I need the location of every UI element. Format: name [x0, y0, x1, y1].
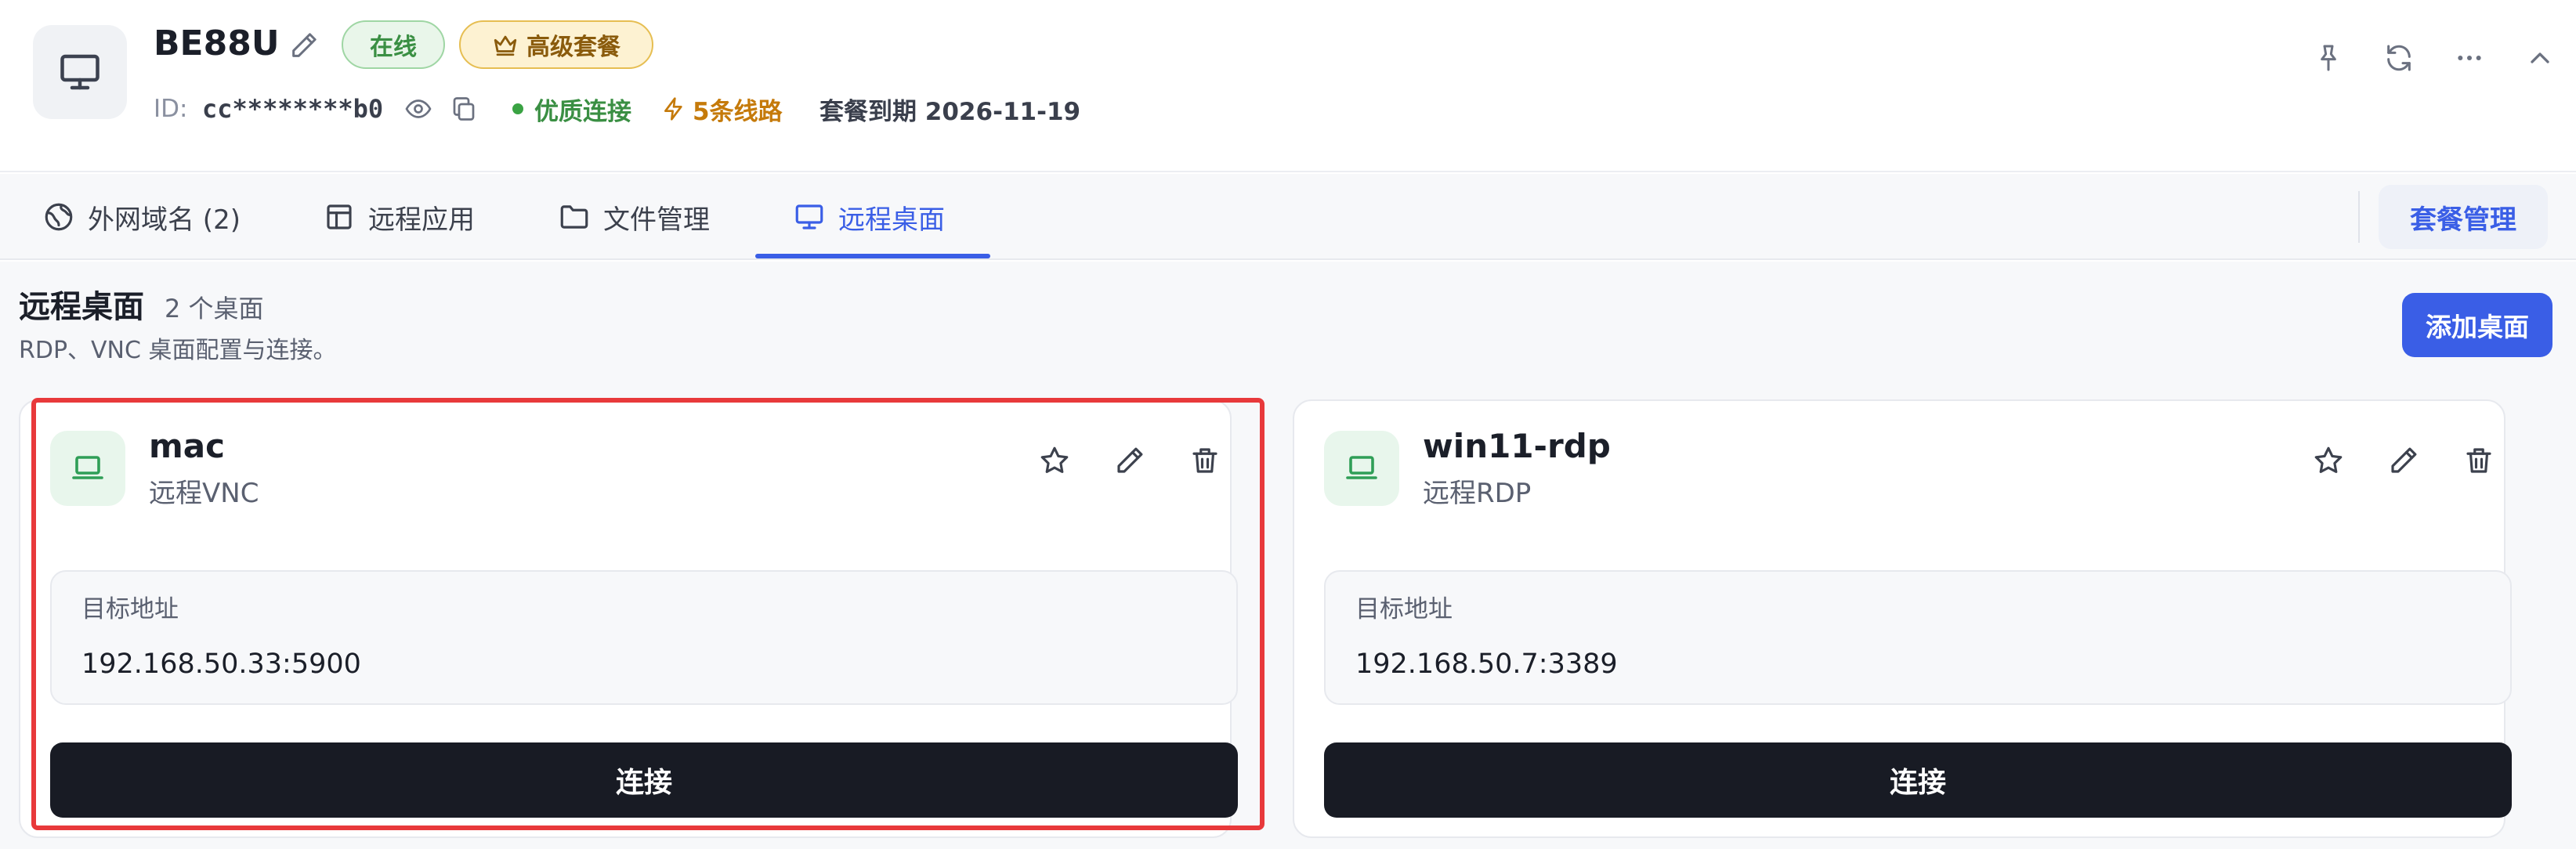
- collapse-button[interactable]: [2518, 36, 2562, 80]
- section-description: RDP、VNC 桌面配置与连接。: [19, 337, 337, 364]
- desktop-card-mac: mac 远程VNC 目标地址 192.168.50.33:5900 连接: [19, 399, 1238, 838]
- delete-desktop-button[interactable]: [1181, 437, 1228, 484]
- more-options-button[interactable]: [2448, 36, 2491, 80]
- tab-label: 远程应用: [368, 204, 475, 236]
- device-meta: ID: cc********b0 优质连接 5条线路 套餐到期 2026-11-…: [154, 89, 1172, 128]
- tab-public-domains[interactable]: 外网域名 (2): [42, 174, 241, 260]
- plan-badge-label: 高级套餐: [526, 34, 620, 61]
- device-id-value: cc********b0: [202, 94, 384, 124]
- laptop-icon: [72, 456, 103, 479]
- remote-desktop-panel: 远程桌面 2 个桌面 RDP、VNC 桌面配置与连接。 添加桌面 mac 远程V…: [0, 262, 2576, 849]
- plan-expiry: 套餐到期 2026-11-19: [819, 97, 1081, 126]
- pencil-icon: [292, 33, 317, 57]
- tab-label: 文件管理: [603, 204, 710, 236]
- route-count: 5条线路: [661, 89, 783, 128]
- tab-bar: 外网域名 (2) 远程应用 文件管理 远程桌面 套餐管理: [0, 174, 2576, 260]
- plan-badge: 高级套餐: [459, 20, 653, 69]
- crown-icon: [494, 35, 517, 56]
- active-tab-indicator: [755, 254, 990, 258]
- pin-button[interactable]: [2306, 36, 2350, 80]
- device-header: BE88U 在线 高级套餐 ID: cc********b0 优质连接 5条线路…: [0, 0, 2576, 172]
- refresh-button[interactable]: [2377, 36, 2421, 80]
- tab-divider: [2358, 191, 2360, 243]
- connection-quality-label: 优质连接: [534, 97, 631, 126]
- edit-desktop-button[interactable]: [2380, 437, 2427, 484]
- chevron-up-icon: [2531, 52, 2549, 63]
- pencil-icon: [2391, 447, 2417, 473]
- globe-icon: [45, 203, 73, 231]
- tab-file-management[interactable]: 文件管理: [558, 174, 710, 260]
- favorite-button[interactable]: [1031, 437, 1078, 484]
- copy-id-button[interactable]: [447, 89, 481, 128]
- star-icon: [2314, 446, 2343, 473]
- copy-icon: [453, 97, 475, 121]
- pin-icon: [2321, 45, 2336, 71]
- device-name: BE88U: [154, 23, 280, 63]
- more-horizontal-icon: [2458, 56, 2481, 60]
- pencil-icon: [1117, 447, 1143, 473]
- tab-remote-desktop[interactable]: 远程桌面: [793, 174, 945, 260]
- target-address-label: 目标地址: [81, 595, 179, 623]
- add-desktop-button[interactable]: 添加桌面: [2402, 293, 2552, 357]
- reveal-id-button[interactable]: [401, 89, 436, 128]
- eye-icon: [405, 99, 432, 118]
- device-id-label: ID:: [154, 95, 188, 123]
- connection-quality: 优质连接: [512, 89, 631, 128]
- desktop-icon-badge: [50, 431, 125, 506]
- route-count-label: 5条线路: [693, 97, 783, 126]
- target-address-value: 192.168.50.33:5900: [81, 648, 361, 680]
- desktop-type: 远程RDP: [1423, 478, 1532, 509]
- refresh-icon: [2387, 45, 2411, 71]
- target-address-label: 目标地址: [1355, 595, 1453, 623]
- layout-icon: [327, 204, 352, 229]
- laptop-icon: [1346, 456, 1377, 479]
- desktop-name: mac: [149, 427, 226, 465]
- trash-icon: [1192, 448, 1217, 473]
- tab-remote-apps[interactable]: 远程应用: [323, 174, 475, 260]
- target-address-box: 目标地址 192.168.50.7:3389: [1324, 570, 2512, 705]
- delete-desktop-button[interactable]: [2455, 437, 2502, 484]
- tab-label: 远程桌面: [838, 204, 945, 236]
- status-dot-icon: [512, 103, 523, 114]
- target-address-box: 目标地址 192.168.50.33:5900: [50, 570, 1238, 705]
- desktop-name: win11-rdp: [1423, 427, 1611, 465]
- folder-icon: [560, 205, 588, 229]
- device-avatar: [33, 25, 127, 119]
- edit-desktop-button[interactable]: [1106, 437, 1153, 484]
- plan-management-button[interactable]: 套餐管理: [2379, 185, 2548, 249]
- star-icon: [1040, 446, 1069, 473]
- target-address-value: 192.168.50.7:3389: [1355, 648, 1618, 680]
- desktop-type: 远程VNC: [149, 478, 259, 509]
- header-actions: [2294, 36, 2576, 80]
- desktop-card-win11-rdp: win11-rdp 远程RDP 目标地址 192.168.50.7:3389 连…: [1293, 399, 2512, 838]
- connect-button[interactable]: 连接: [50, 742, 1238, 818]
- monitor-icon: [795, 204, 823, 229]
- desktop-count: 2 个桌面: [165, 294, 264, 323]
- monitor-icon: [60, 54, 99, 90]
- desktop-icon-badge: [1324, 431, 1399, 506]
- lightning-icon: [664, 97, 682, 121]
- tab-label: 外网域名 (2): [88, 204, 241, 236]
- trash-icon: [2466, 448, 2491, 473]
- edit-device-name-button[interactable]: [285, 27, 323, 64]
- section-title: 远程桌面: [19, 289, 144, 325]
- connect-button[interactable]: 连接: [1324, 742, 2512, 818]
- favorite-button[interactable]: [2305, 437, 2352, 484]
- status-badge: 在线: [342, 20, 445, 69]
